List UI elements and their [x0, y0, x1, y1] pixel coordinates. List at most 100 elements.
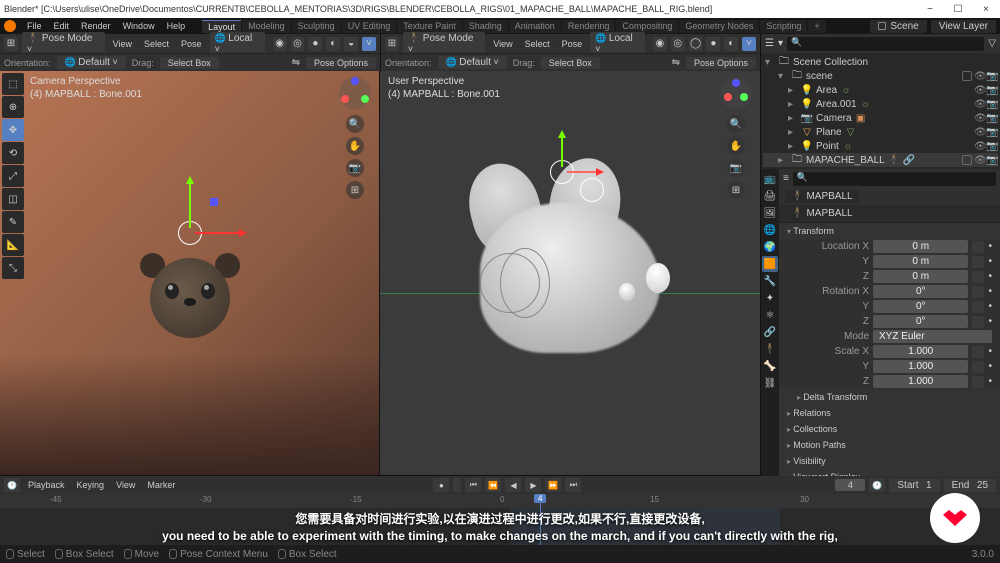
drag-value[interactable]: Select Box	[160, 57, 219, 69]
location-y-value[interactable]: 0 m	[873, 255, 968, 268]
tab-viewlayer[interactable]: 🖼	[762, 205, 778, 221]
tree-item[interactable]: ▸🗀 MAPACHE_BALL 🕴 🔗 👁📷	[763, 153, 998, 167]
section-delta-transform[interactable]: Delta Transform	[779, 389, 1000, 405]
filter-icon[interactable]: ▽	[988, 38, 996, 49]
tab-data[interactable]: 🕴	[762, 341, 778, 357]
datablock-name[interactable]: 🕴MAPBALL	[785, 207, 994, 220]
vp-menu-pose[interactable]: Pose	[558, 39, 587, 49]
outliner-type-icon[interactable]: ☰	[765, 38, 774, 49]
drag-value[interactable]: Select Box	[541, 57, 600, 69]
lock-icon[interactable]	[972, 301, 984, 313]
lock-icon[interactable]	[972, 361, 984, 373]
tool-cursor[interactable]: ⊕	[2, 96, 24, 118]
orientation-selector[interactable]: 🌐 Local ˅	[210, 32, 265, 55]
viewport-user[interactable]: User Perspective (4) MAPBALL : Bone.001 …	[380, 71, 760, 475]
tab-scene[interactable]: 🌐	[762, 222, 778, 238]
section-motion-paths[interactable]: Motion Paths	[779, 437, 1000, 453]
render-icon[interactable]: 📷	[986, 71, 996, 81]
anim-dot[interactable]: •	[988, 346, 992, 357]
preview-range-icon[interactable]: 🕐	[869, 478, 885, 492]
exclude-checkbox[interactable]	[962, 71, 972, 81]
play-reverse-button[interactable]: ◀	[505, 478, 521, 492]
lock-icon[interactable]	[972, 286, 984, 298]
anim-dot[interactable]: •	[988, 256, 992, 267]
ws-tab-scripting[interactable]: Scripting	[760, 20, 807, 33]
ws-tab-texture[interactable]: Texture Paint	[397, 20, 462, 33]
tool-transform[interactable]: ◫	[2, 188, 24, 210]
eye-icon[interactable]: 👁	[974, 113, 984, 123]
ws-tab-geonodes[interactable]: Geometry Nodes	[679, 20, 759, 33]
props-type-icon[interactable]: ≡	[783, 173, 789, 184]
tab-render[interactable]: 📺	[762, 171, 778, 187]
mirror-x-icon[interactable]: ⇋	[672, 57, 680, 68]
orientation-value[interactable]: 🌐 Default ˅	[57, 56, 126, 69]
tab-physics[interactable]: ⚛	[762, 307, 778, 323]
rotation-y-value[interactable]: 0°	[873, 300, 968, 313]
tab-world[interactable]: 🌍	[762, 239, 778, 255]
exclude-checkbox[interactable]	[962, 155, 972, 165]
zoom-icon[interactable]: 🔍	[346, 115, 364, 133]
tool-measure[interactable]: 📐	[2, 234, 24, 256]
render-icon[interactable]: 📷	[986, 141, 996, 151]
rotation-mode-value[interactable]: XYZ Euler	[873, 330, 992, 343]
location-z-value[interactable]: 0 m	[873, 270, 968, 283]
tab-object[interactable]: 🟧	[762, 256, 778, 272]
section-collections[interactable]: Collections	[779, 421, 1000, 437]
shading-material[interactable]: ◐	[724, 37, 738, 51]
eye-icon[interactable]: 👁	[974, 127, 984, 137]
tl-menu-view[interactable]: View	[112, 480, 139, 490]
ws-tab-add[interactable]: +	[808, 20, 825, 33]
minimize-button[interactable]: −	[920, 4, 940, 15]
tab-constraints[interactable]: 🔗	[762, 324, 778, 340]
vp-menu-select[interactable]: Select	[140, 39, 173, 49]
maximize-button[interactable]: ☐	[948, 4, 968, 15]
autokey-button[interactable]: ●	[433, 478, 449, 492]
tool-rotate[interactable]: ⟲	[2, 142, 24, 164]
end-frame[interactable]: End 25	[944, 479, 996, 492]
shading-material[interactable]: ◐	[326, 37, 340, 51]
orbit-gizmo[interactable]	[718, 75, 754, 111]
ws-tab-rendering[interactable]: Rendering	[562, 20, 616, 33]
timeline-ruler[interactable]: -45 -30 -15 0 15 30 45	[0, 494, 1000, 508]
scene-selector[interactable]: Scene	[870, 20, 926, 33]
tab-bone-constraint[interactable]: ⛓	[762, 375, 778, 391]
tree-item[interactable]: ▸📷 Camera ▣ 👁📷	[763, 111, 998, 125]
scale-x-value[interactable]: 1.000	[873, 345, 968, 358]
overlay-toggle-2[interactable]: ◎	[291, 37, 305, 51]
mode-selector[interactable]: 🕴 Pose Mode ˅	[22, 32, 105, 55]
tool-breakdowner[interactable]: ⤡	[2, 257, 24, 279]
ws-tab-layout[interactable]: Layout	[202, 20, 241, 33]
jump-end-button[interactable]: ⏭	[565, 478, 581, 492]
scale-y-value[interactable]: 1.000	[873, 360, 968, 373]
eye-icon[interactable]: 👁	[974, 99, 984, 109]
render-icon[interactable]: 📷	[986, 113, 996, 123]
render-icon[interactable]: 📷	[986, 127, 996, 137]
menu-help[interactable]: Help	[162, 21, 191, 31]
editor-type-icon[interactable]: ⊞	[4, 37, 18, 51]
anim-dot[interactable]: •	[988, 361, 992, 372]
scale-z-value[interactable]: 1.000	[873, 375, 968, 388]
tree-item[interactable]: ▾🗀 scene 👁📷	[763, 69, 998, 83]
tool-annotate[interactable]: ✎	[2, 211, 24, 233]
close-button[interactable]: ×	[976, 4, 996, 15]
tree-item[interactable]: ▸💡 Area.001 ☼ 👁📷	[763, 97, 998, 111]
timeline-type-icon[interactable]: 🕐	[4, 478, 20, 492]
render-icon[interactable]: 📷	[986, 99, 996, 109]
menu-render[interactable]: Render	[76, 21, 116, 31]
menu-file[interactable]: File	[22, 21, 47, 31]
mirror-x-icon[interactable]: ⇋	[292, 57, 300, 68]
tl-menu-marker[interactable]: Marker	[143, 480, 179, 490]
overlay-toggle-2[interactable]: ◎	[671, 37, 685, 51]
anim-dot[interactable]: •	[988, 286, 992, 297]
eye-icon[interactable]: 👁	[974, 155, 984, 165]
shading-dropdown[interactable]: ˅	[362, 37, 376, 51]
overlay-toggle[interactable]: ◉	[653, 37, 667, 51]
section-header-transform[interactable]: Transform	[779, 223, 1000, 239]
render-icon[interactable]: 📷	[986, 155, 996, 165]
pose-options-dropdown[interactable]: Pose Options	[686, 57, 756, 69]
overlay-toggle[interactable]: ◉	[273, 37, 287, 51]
shading-wire[interactable]: ◯	[689, 37, 703, 51]
shading-dropdown[interactable]: ˅	[742, 37, 756, 51]
anim-dot[interactable]: •	[988, 301, 992, 312]
ws-tab-uv[interactable]: UV Editing	[342, 20, 397, 33]
